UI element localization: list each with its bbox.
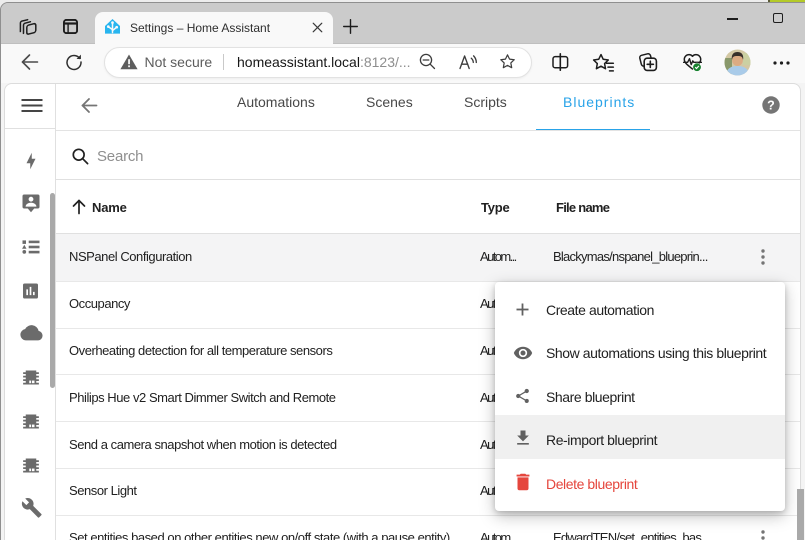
svg-text:?: ? bbox=[767, 98, 775, 112]
